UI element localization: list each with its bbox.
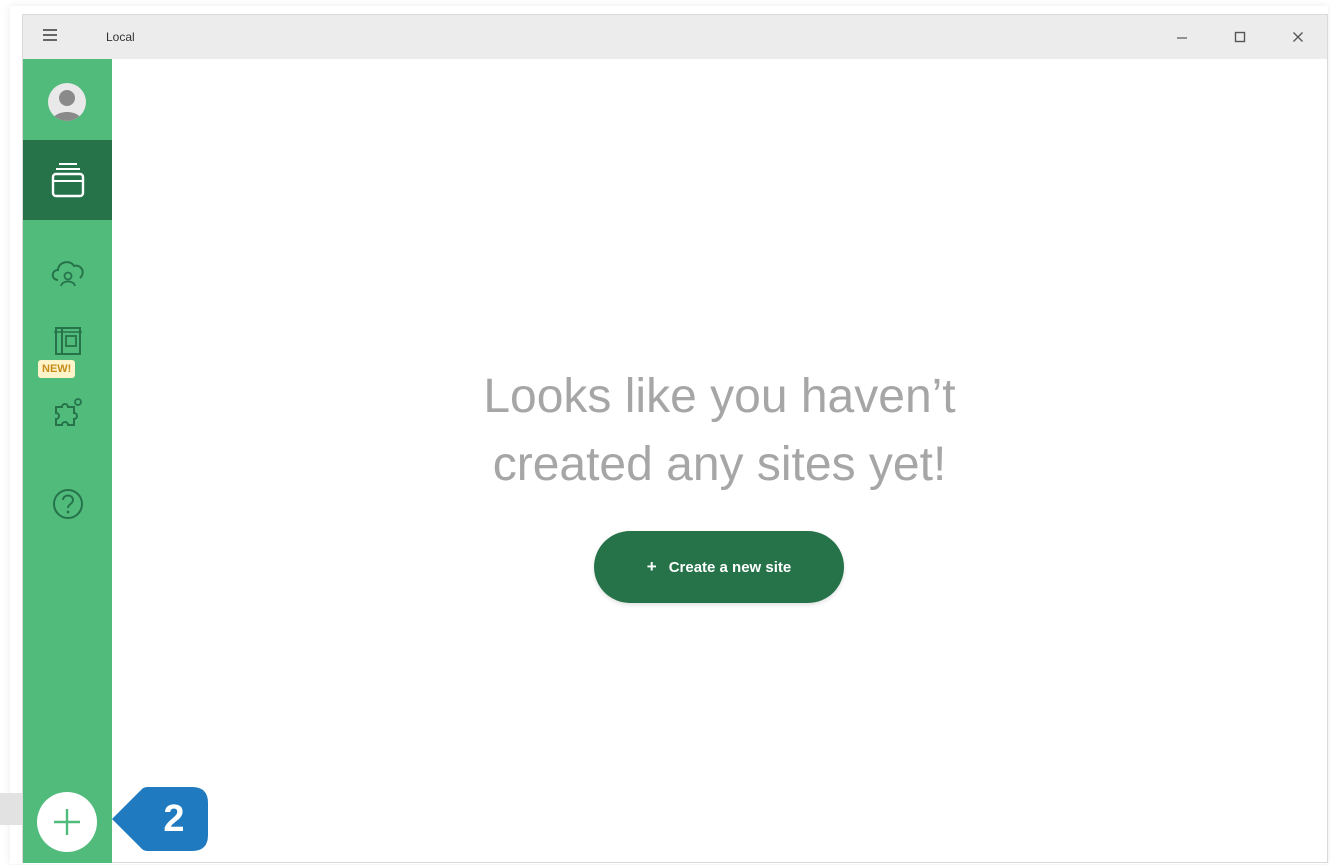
create-new-site-button[interactable]: + Create a new site [594,531,844,603]
sidebar: NEW! [23,59,112,863]
create-plus-icon: + [646,557,657,576]
main-content: Looks like you haven’t created any sites… [112,59,1327,863]
blueprints-icon [53,327,82,355]
hamburger-menu-icon[interactable] [43,29,57,43]
maximize-button[interactable] [1211,15,1269,59]
minimize-icon [1177,37,1187,39]
sidebar-item-sites[interactable] [23,140,112,220]
callout-number: 2 [163,798,185,840]
create-new-site-label: Create a new site [668,558,792,576]
app-window: Local NEW! Looks like you haven’t create… [22,14,1328,863]
close-button[interactable] [1269,15,1327,59]
step-callout: 2 [112,773,214,865]
puzzle-add-ons-icon [54,398,82,426]
add-site-button[interactable] [37,792,97,852]
sidebar-item-connect[interactable] [23,232,112,312]
title-bar: Local [23,15,1327,59]
empty-state-message: Looks like you haven’t created any sites… [112,363,1327,499]
sites-stack-icon [51,163,84,198]
cloud-connect-icon [51,261,84,287]
page: Local NEW! Looks like you haven’t create… [0,0,1330,865]
sidebar-item-add-ons[interactable] [23,382,112,442]
new-badge: NEW! [38,360,76,378]
user-icon [52,90,82,121]
empty-message-line-1: Looks like you haven’t [483,370,956,423]
maximize-icon [1234,31,1246,43]
help-question-icon [52,489,83,519]
close-icon [1293,32,1303,42]
window-controls [1153,15,1327,59]
plus-icon [54,809,80,835]
empty-message-line-2: created any sites yet! [492,438,947,491]
sidebar-item-help[interactable] [23,464,112,544]
minimize-button[interactable] [1153,15,1211,59]
user-avatar[interactable] [48,83,86,121]
app-title: Local [106,30,135,44]
